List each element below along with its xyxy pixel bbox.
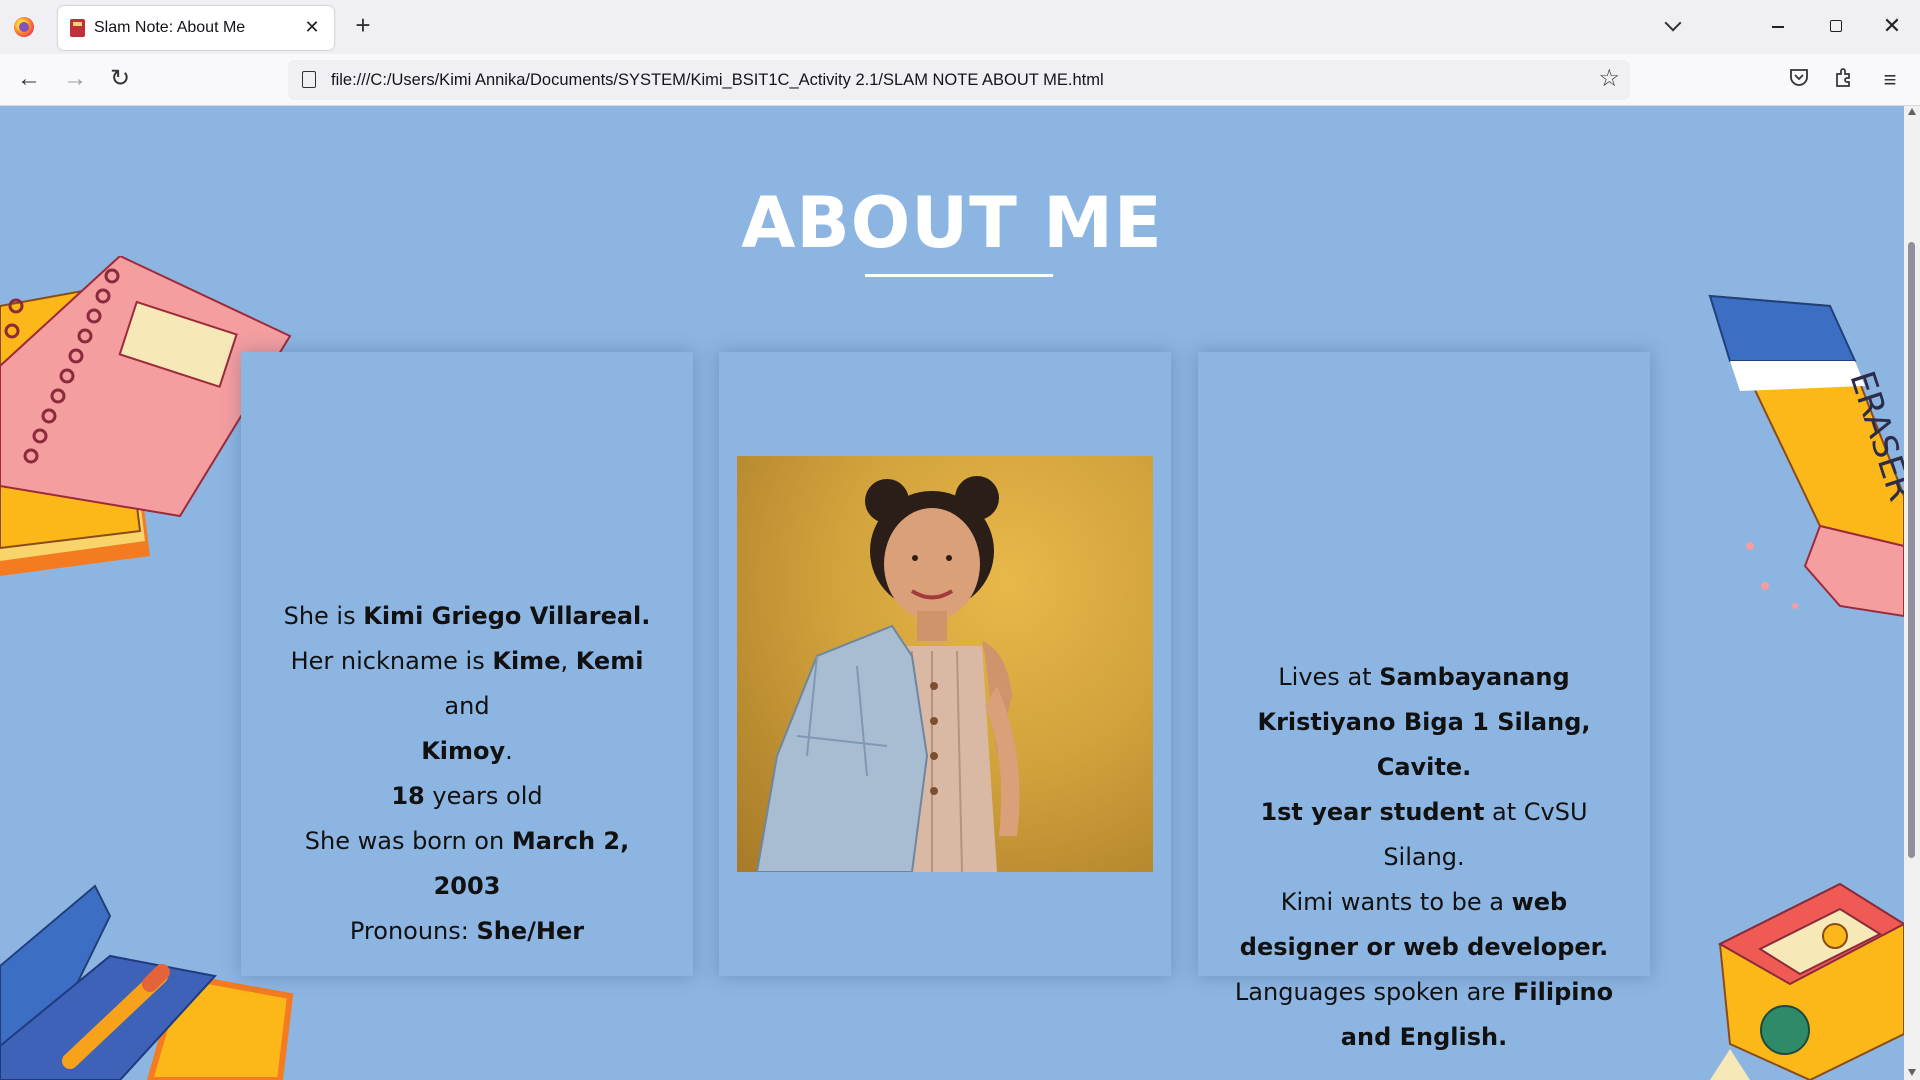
personal-info-text: She is Kimi Griego Villareal. Her nickna… [283,602,651,945]
maximize-icon[interactable] [1815,8,1855,44]
plus-icon[interactable]: + [349,12,377,40]
back-icon[interactable]: ← [13,64,45,96]
url-text[interactable]: file:///C:/Users/Kimi Annika/Documents/S… [331,71,1104,90]
firefox-icon[interactable] [14,17,34,37]
scroll-down-icon[interactable] [1908,1069,1916,1076]
background-info-card: Lives at Sambayanang Kristiyano Biga 1 S… [1198,352,1650,1051]
page-viewport: ERASER ABOUT ME She is Kimi Griego Villa… [0,106,1904,1080]
sharpener-illustration [1710,882,1904,1080]
tab-strip: Slam Note: About Me ✕ + ✕ [0,0,1920,54]
background-info-text: Lives at Sambayanang Kristiyano Biga 1 S… [1234,663,1614,1051]
personal-info-card: She is Kimi Griego Villareal. Her nickna… [241,352,693,976]
navigation-toolbar: ← → ↻ file:///C:/Users/Kimi Annika/Docum… [0,54,1920,106]
page-heading: ABOUT ME [741,182,1163,264]
window-close-icon[interactable]: ✕ [1872,8,1912,44]
heading-underline [865,274,1053,277]
star-icon[interactable]: ☆ [1598,66,1620,92]
address-bar[interactable]: file:///C:/Users/Kimi Annika/Documents/S… [288,60,1630,100]
chevron-down-icon[interactable] [1660,12,1688,40]
eraser-illustration: ERASER [1708,294,1904,618]
scroll-up-icon[interactable] [1908,108,1916,115]
profile-photo [737,456,1153,872]
photo-card [719,352,1171,976]
extensions-icon[interactable] [1830,66,1858,94]
close-icon[interactable]: ✕ [300,15,324,39]
minimize-icon[interactable] [1758,8,1798,44]
page-scrollbar[interactable] [1904,106,1920,1080]
tab-title: Slam Note: About Me [94,19,246,36]
reload-icon[interactable]: ↻ [104,64,136,96]
page-icon [302,71,316,88]
tab-slam-note[interactable]: Slam Note: About Me ✕ [58,6,334,50]
scroll-thumb[interactable] [1908,242,1915,858]
menu-icon[interactable]: ≡ [1876,66,1904,94]
favicon-icon [70,19,85,37]
forward-icon[interactable]: → [59,64,91,96]
pocket-icon[interactable] [1785,66,1813,94]
